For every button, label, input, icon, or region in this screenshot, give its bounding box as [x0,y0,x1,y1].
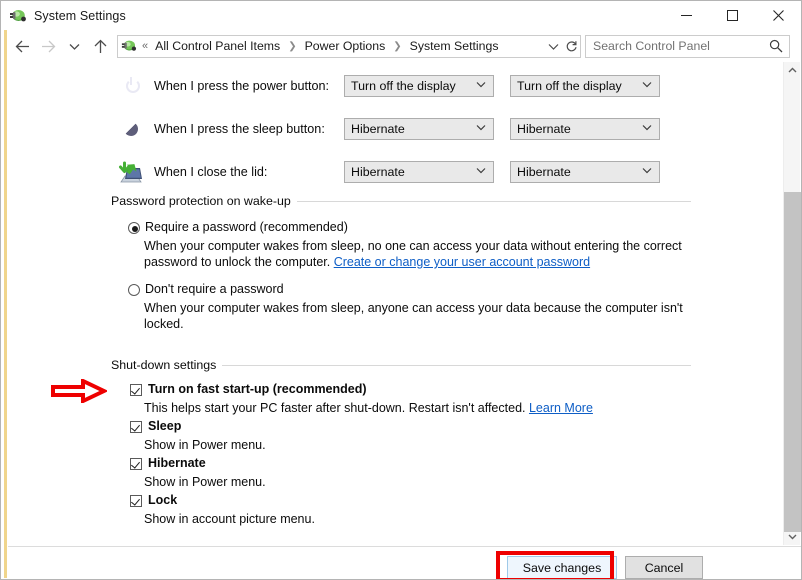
search-box[interactable] [585,34,790,58]
settings-content-area: When I press the power button: Turn off … [8,62,783,545]
breadcrumb-power-options[interactable]: Power Options [303,38,388,54]
window-controls [663,1,801,30]
close-lid-plugged-value: Hibernate [517,165,571,179]
power-button-label: When I press the power button: [154,79,330,93]
back-button[interactable] [9,33,35,59]
power-button-setting-row: When I press the power button: Turn off … [8,66,668,106]
group-divider [222,364,691,366]
close-lid-setting-row: When I close the lid: Hibernate Hibernat… [8,152,668,192]
hibernate-checkbox-row[interactable]: Hibernate [130,456,206,470]
address-dropdown-chevron-down-icon[interactable] [544,36,562,57]
power-button-battery-value: Turn off the display [351,79,456,93]
power-button-plugged-dropdown[interactable]: Turn off the display [510,75,660,97]
breadcrumb-chevron-icon[interactable]: ❯ [288,41,296,52]
sleep-button-battery-value: Hibernate [351,122,405,136]
system-settings-window: System Settings « All Control Panel Item… [0,0,802,580]
fast-startup-checkbox-row[interactable]: Turn on fast start-up (recommended) [130,382,367,396]
maximize-button[interactable] [709,1,755,30]
sleep-checkbox-row[interactable]: Sleep [130,419,181,433]
close-lid-plugged-dropdown[interactable]: Hibernate [510,161,660,183]
title-bar: System Settings [1,1,801,30]
close-lid-icon [118,159,144,185]
no-password-description: When your computer wakes from sleep, any… [144,301,683,331]
power-button-icon [118,73,144,99]
vertical-scrollbar[interactable] [783,62,801,545]
no-password-radio-row[interactable]: Don't require a password [128,282,284,296]
sleep-button-plugged-dropdown[interactable]: Hibernate [510,118,660,140]
power-button-plugged-value: Turn off the display [517,79,622,93]
recent-locations-button[interactable] [61,33,87,59]
sleep-button-icon [118,116,144,142]
address-toolbar: « All Control Panel Items ❯ Power Option… [1,30,801,62]
scroll-up-button[interactable] [784,62,801,79]
chevron-down-icon [642,80,652,91]
breadcrumb-system-settings[interactable]: System Settings [408,38,501,54]
settings-scroll-pane: When I press the power button: Turn off … [8,62,783,545]
lock-checkbox[interactable] [130,495,142,507]
search-icon[interactable] [769,39,783,53]
sleep-button-plugged-value: Hibernate [517,122,571,136]
scroll-down-button[interactable] [784,528,801,545]
minimize-button[interactable] [663,1,709,30]
password-protection-group-title: Password protection on wake-up [111,194,291,208]
require-password-description: When your computer wakes from sleep, no … [144,238,704,270]
up-button[interactable] [87,33,113,59]
power-button-battery-dropdown[interactable]: Turn off the display [344,75,494,97]
close-button[interactable] [755,1,801,30]
hibernate-label: Hibernate [148,456,206,470]
sleep-button-battery-dropdown[interactable]: Hibernate [344,118,494,140]
scrollbar-thumb[interactable] [784,192,801,532]
sleep-checkbox[interactable] [130,421,142,433]
refresh-icon[interactable] [562,36,580,57]
hibernate-description: Show in Power menu. [144,475,266,489]
address-power-plug-icon [121,38,137,54]
forward-button[interactable] [35,33,61,59]
sleep-button-label: When I press the sleep button: [154,122,325,136]
lock-checkbox-row[interactable]: Lock [130,493,177,507]
window-title: System Settings [34,8,126,23]
turn-on-fast-startup-checkbox[interactable] [130,384,142,396]
require-password-radio[interactable] [128,222,140,234]
group-divider [296,200,691,202]
fast-startup-description-text: This helps start your PC faster after sh… [144,401,529,415]
sleep-description: Show in Power menu. [144,438,266,452]
sleep-label: Sleep [148,419,182,433]
save-changes-button[interactable]: Save changes [507,556,617,579]
no-password-radio[interactable] [128,284,140,296]
address-bar[interactable]: « All Control Panel Items ❯ Power Option… [117,34,581,58]
close-lid-label: When I close the lid: [154,165,268,179]
search-input[interactable] [586,36,761,56]
chevron-down-icon [642,123,652,134]
learn-more-link[interactable]: Learn More [529,401,593,415]
breadcrumb-overflow-icon[interactable]: « [142,40,148,52]
lock-label: Lock [148,493,178,507]
left-edge-stripe [4,30,7,578]
password-protection-group-header: Password protection on wake-up [111,194,691,208]
breadcrumb-all-control-panel-items[interactable]: All Control Panel Items [153,38,282,54]
fast-startup-description: This helps start your PC faster after sh… [144,400,704,416]
sleep-button-setting-row: When I press the sleep button: Hibernate… [8,109,668,149]
close-lid-battery-dropdown[interactable]: Hibernate [344,161,494,183]
cancel-button[interactable]: Cancel [625,556,703,579]
require-password-radio-row[interactable]: Require a password (recommended) [128,220,348,234]
close-lid-battery-value: Hibernate [351,165,405,179]
require-password-label: Require a password (recommended) [145,220,348,234]
chevron-down-icon [642,166,652,177]
power-plug-icon [9,7,27,25]
chevron-down-icon [476,123,486,134]
shutdown-settings-group-header: Shut-down settings [111,358,691,372]
chevron-down-icon [476,80,486,91]
create-change-password-link[interactable]: Create or change your user account passw… [334,255,590,269]
shutdown-settings-group-title: Shut-down settings [111,358,217,372]
hibernate-checkbox[interactable] [130,458,142,470]
no-password-label: Don't require a password [145,282,284,296]
breadcrumb-chevron-icon[interactable]: ❯ [393,41,401,52]
lock-description: Show in account picture menu. [144,512,315,526]
dialog-footer: Save changes Cancel [8,546,801,579]
fast-startup-label: Turn on fast start-up (recommended) [148,382,367,396]
chevron-down-icon [476,166,486,177]
